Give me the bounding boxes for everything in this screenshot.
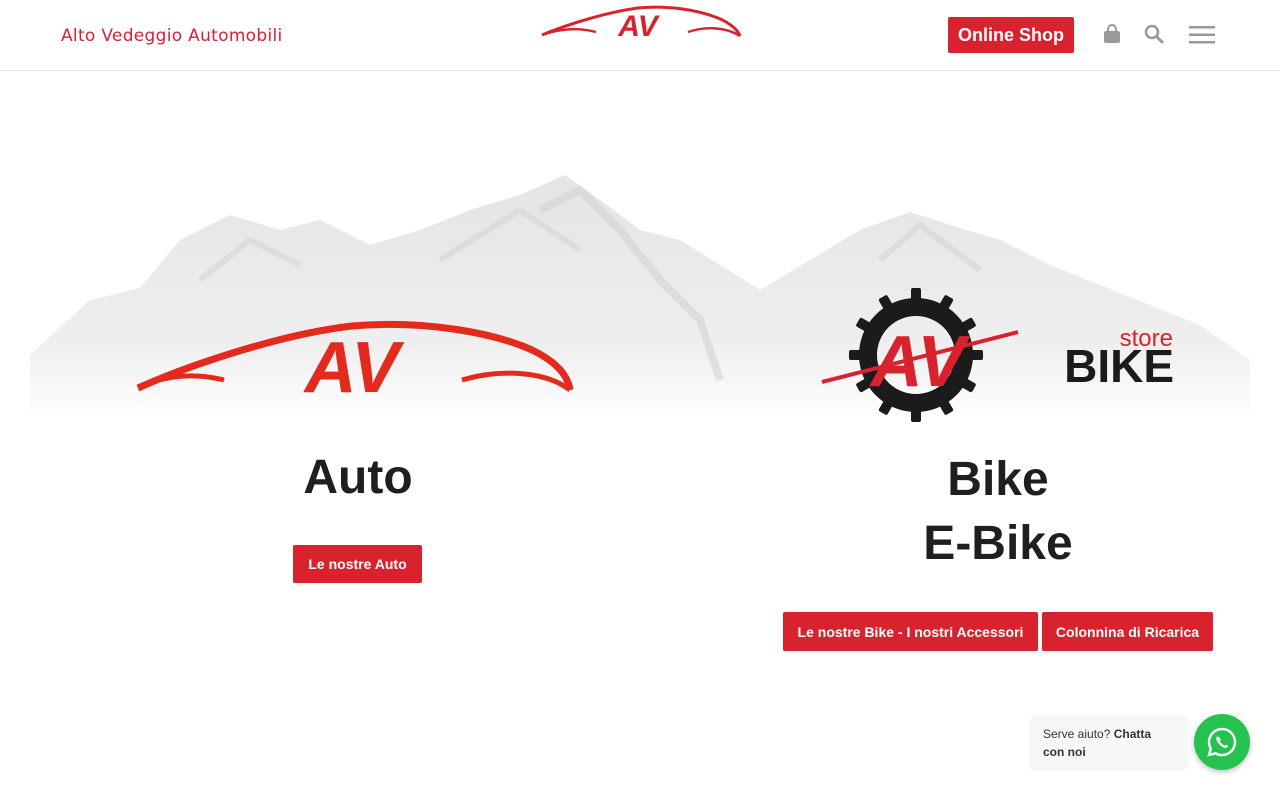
our-bikes-accessories-button[interactable]: Le nostre Bike - I nostri Accessori <box>783 612 1038 651</box>
bike-title: Bike E-Bike <box>848 448 1148 576</box>
av-bike-logo-text: AV <box>869 322 972 402</box>
av-header-logo-text: AV <box>617 10 660 42</box>
whatsapp-chat-button[interactable] <box>1194 714 1250 770</box>
av-bike-store-logo: AV store BIKE <box>821 288 1174 422</box>
online-shop-button[interactable]: Online Shop <box>948 17 1074 53</box>
av-header-logo[interactable]: AV <box>538 2 742 42</box>
charging-station-button[interactable]: Colonnina di Ricarica <box>1042 612 1213 651</box>
chat-help-bubble[interactable]: Serve aiuto? Chatta con noi <box>1031 716 1187 768</box>
chat-help-prefix: Serve aiuto? <box>1043 727 1111 741</box>
our-cars-button[interactable]: Le nostre Auto <box>293 545 422 583</box>
bike-logo-bike-text: BIKE <box>1064 340 1174 392</box>
brand-name-link[interactable]: Alto Vedeggio Automobili <box>61 26 283 46</box>
av-auto-logo-text: AV <box>303 328 406 398</box>
auto-title: Auto <box>303 451 413 504</box>
search-icon[interactable] <box>1143 23 1165 45</box>
bike-title-line1: Bike <box>947 453 1049 506</box>
shopping-bag-icon[interactable] <box>1101 23 1123 45</box>
bike-title-line2: E-Bike <box>923 517 1073 570</box>
hamburger-menu-icon[interactable] <box>1189 25 1215 45</box>
whatsapp-icon <box>1207 727 1237 757</box>
site-header: Alto Vedeggio Automobili AV Online Shop <box>0 0 1280 71</box>
av-auto-logo: AV <box>136 320 574 398</box>
